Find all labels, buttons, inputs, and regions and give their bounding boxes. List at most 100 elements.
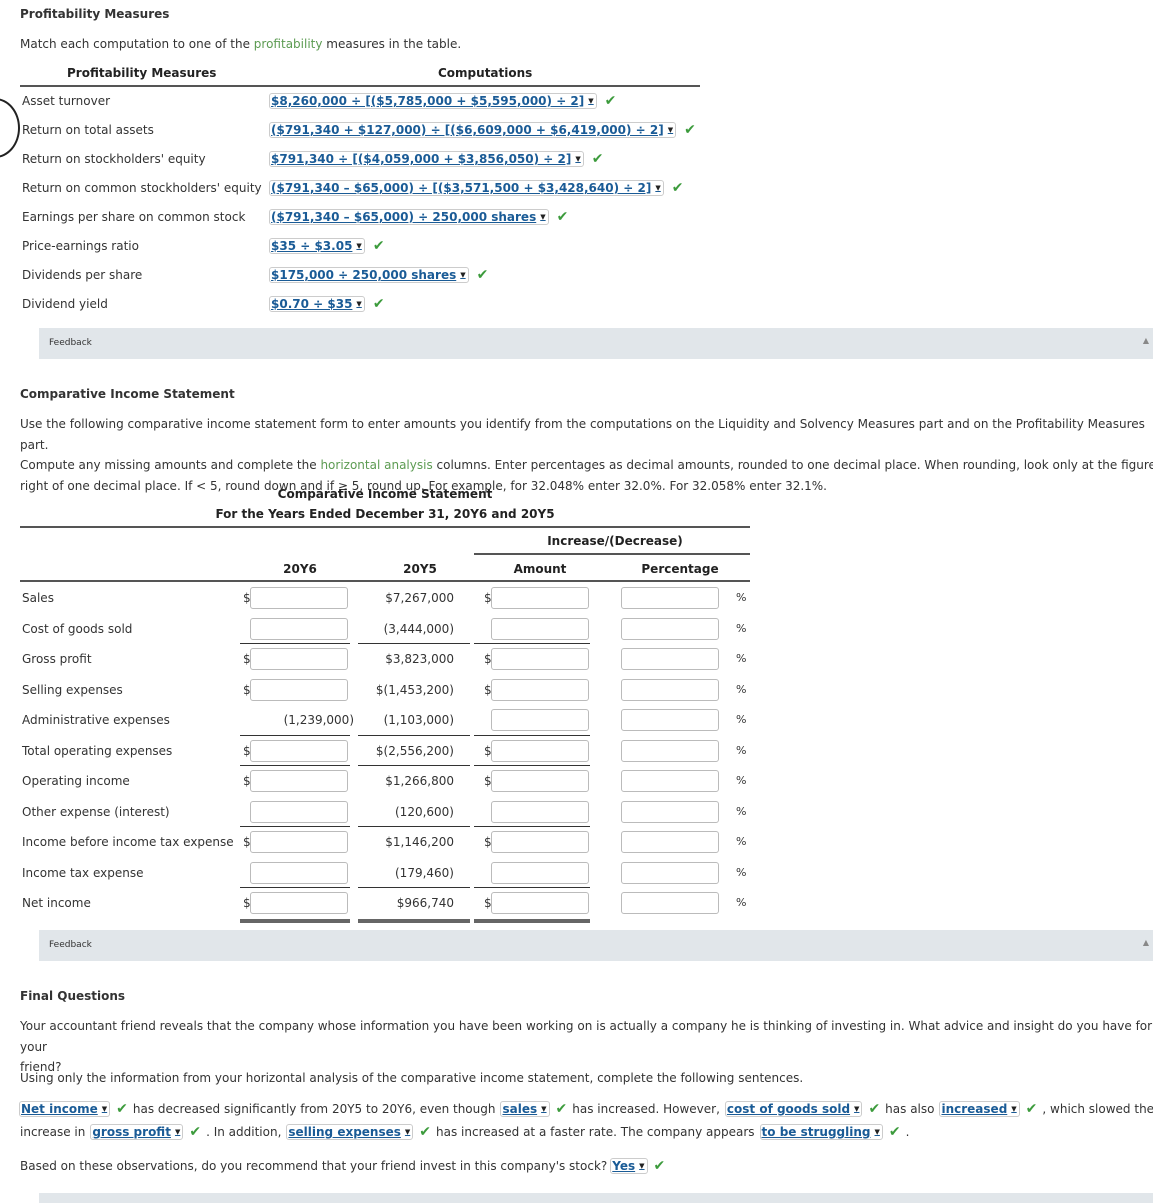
computation-dropdown[interactable]: $35 ÷ $3.05 ▼ [269, 238, 365, 254]
glossary-link-horizontal-analysis[interactable]: horizontal analysis [320, 458, 432, 472]
input-20y6[interactable] [250, 587, 348, 609]
dropdown-value: to be struggling [761, 1125, 871, 1139]
input-20y6[interactable] [250, 892, 348, 914]
dropdown-sales[interactable]: sales ▼ [500, 1101, 550, 1117]
column-header-20y6: 20Y6 [283, 562, 317, 576]
subtotal-rule [240, 643, 350, 644]
dropdown-cost-of-goods-sold[interactable]: cost of goods sold ▼ [724, 1101, 863, 1117]
caret-down-icon: ▼ [575, 155, 581, 163]
input-20y6[interactable] [250, 679, 348, 701]
input-percentage[interactable] [621, 679, 719, 701]
caret-down-icon: ▼ [101, 1105, 108, 1113]
input-percentage[interactable] [621, 587, 719, 609]
input-amount[interactable] [491, 892, 589, 914]
feedback-bar-profitability[interactable]: Feedback ▲ [39, 328, 1153, 359]
computation-cell: $0.70 ÷ $35 ▼ ✔ [269, 296, 385, 312]
check-icon: ✔ [604, 93, 617, 109]
instruction-text: measures in the table. [322, 37, 462, 51]
caret-down-icon: ▼ [1011, 1105, 1017, 1113]
input-amount[interactable] [491, 801, 589, 823]
dropdown-selling-expenses[interactable]: selling expenses ▼ [286, 1124, 414, 1140]
dropdown-value: Net income [21, 1102, 98, 1116]
input-percentage[interactable] [621, 801, 719, 823]
percent-symbol: % [736, 591, 747, 604]
input-amount[interactable] [491, 679, 589, 701]
input-amount[interactable] [491, 862, 589, 884]
input-amount[interactable] [491, 740, 589, 762]
computation-dropdown[interactable]: $0.70 ÷ $35 ▼ [269, 296, 365, 312]
caret-down-icon: ▼ [541, 1105, 547, 1113]
percent-symbol: % [736, 835, 747, 848]
income-statement-section-title: Comparative Income Statement [20, 387, 235, 401]
input-20y6[interactable] [250, 648, 348, 670]
computation-cell: $791,340 ÷ [($4,059,000 + $3,856,050) ÷ … [269, 151, 603, 167]
input-amount[interactable] [491, 770, 589, 792]
dropdown-invest-recommendation[interactable]: Yes ▼ [610, 1158, 648, 1174]
instruction-text: Compute any missing amounts and complete… [20, 458, 321, 472]
glossary-link-profitability[interactable]: profitability [254, 37, 323, 51]
input-20y6[interactable] [250, 740, 348, 762]
total-double-rule [358, 919, 470, 923]
input-percentage[interactable] [621, 831, 719, 853]
sentence-2: increase in gross profit ▼ ✔ . In additio… [20, 1124, 914, 1140]
dropdown-net-income[interactable]: Net income ▼ [19, 1101, 111, 1117]
collapse-icon[interactable]: ▲ [1143, 336, 1149, 345]
input-percentage[interactable] [621, 618, 719, 640]
computation-dropdown[interactable]: ($791,340 – $65,000) ÷ [($3,571,500 + $3… [269, 180, 664, 196]
feedback-bar-income-statement[interactable]: Feedback ▲ [39, 930, 1153, 961]
input-percentage[interactable] [621, 770, 719, 792]
profitability-row: Dividends per share $175,000 ÷ 250,000 sh… [22, 261, 722, 290]
check-icon: ✔ [372, 238, 385, 254]
income-statement-row: Total operating expenses $ $(2,556,200) $% [22, 736, 762, 766]
collapse-icon[interactable]: ▲ [1143, 938, 1149, 947]
dropdown-increased[interactable]: increased ▼ [939, 1101, 1020, 1117]
total-double-rule [474, 919, 590, 923]
input-20y6[interactable] [250, 831, 348, 853]
computation-dropdown[interactable]: $791,340 ÷ [($4,059,000 + $3,856,050) ÷ … [269, 151, 584, 167]
input-percentage[interactable] [621, 648, 719, 670]
check-icon: ✔ [556, 209, 569, 225]
title-divider [20, 526, 750, 528]
input-20y6[interactable] [250, 770, 348, 792]
input-percentage[interactable] [621, 709, 719, 731]
income-statement-row: Income tax expense (179,460)% [22, 858, 762, 888]
line-item-label: Income tax expense [22, 866, 144, 880]
computation-dropdown[interactable]: $8,260,000 ÷ [($5,785,000 + $5,595,000) … [269, 93, 597, 109]
computation-dropdown[interactable]: $175,000 ÷ 250,000 shares ▼ [269, 267, 469, 283]
input-20y6[interactable] [250, 618, 348, 640]
input-amount[interactable] [491, 831, 589, 853]
input-amount[interactable] [491, 618, 589, 640]
input-20y6[interactable] [250, 862, 348, 884]
subtotal-rule [358, 735, 470, 736]
sentence-text: , which slowed the [1042, 1102, 1153, 1116]
dropdown-value: increased [941, 1102, 1008, 1116]
computation-dropdown[interactable]: ($791,340 + $127,000) ÷ [($6,609,000 + $… [269, 122, 677, 138]
profitability-row: Return on total assets ($791,340 + $127,0… [22, 116, 722, 145]
input-amount[interactable] [491, 648, 589, 670]
percent-symbol: % [736, 805, 747, 818]
input-percentage[interactable] [621, 740, 719, 762]
measure-label: Price-earnings ratio [22, 239, 139, 253]
input-amount[interactable] [491, 587, 589, 609]
computation-dropdown[interactable]: ($791,340 – $65,000) ÷ 250,000 shares ▼ [269, 209, 549, 225]
dropdown-value: Yes [612, 1159, 636, 1173]
dropdown-company-outlook[interactable]: to be struggling ▼ [759, 1124, 883, 1140]
input-percentage[interactable] [621, 862, 719, 884]
dropdown-gross-profit[interactable]: gross profit ▼ [90, 1124, 184, 1140]
feedback-bar-final-questions[interactable] [39, 1193, 1153, 1203]
dropdown-value: cost of goods sold [726, 1102, 851, 1116]
feedback-label: Feedback [49, 338, 92, 348]
computation-cell: $175,000 ÷ 250,000 shares ▼ ✔ [269, 267, 488, 283]
sentence-text: . [905, 1125, 910, 1139]
dropdown-value: gross profit [92, 1125, 171, 1139]
sentence-text: has increased. However, [572, 1102, 720, 1116]
input-percentage[interactable] [621, 892, 719, 914]
subtotal-rule [358, 643, 470, 644]
input-amount[interactable] [491, 709, 589, 731]
caret-down-icon: ▼ [356, 242, 362, 250]
dropdown-value: $0.70 ÷ $35 [271, 297, 353, 311]
value-20y5: $(1,453,200) [375, 683, 454, 697]
input-20y6[interactable] [250, 801, 348, 823]
check-icon: ✔ [868, 1101, 881, 1117]
final-questions-title: Final Questions [20, 989, 126, 1003]
